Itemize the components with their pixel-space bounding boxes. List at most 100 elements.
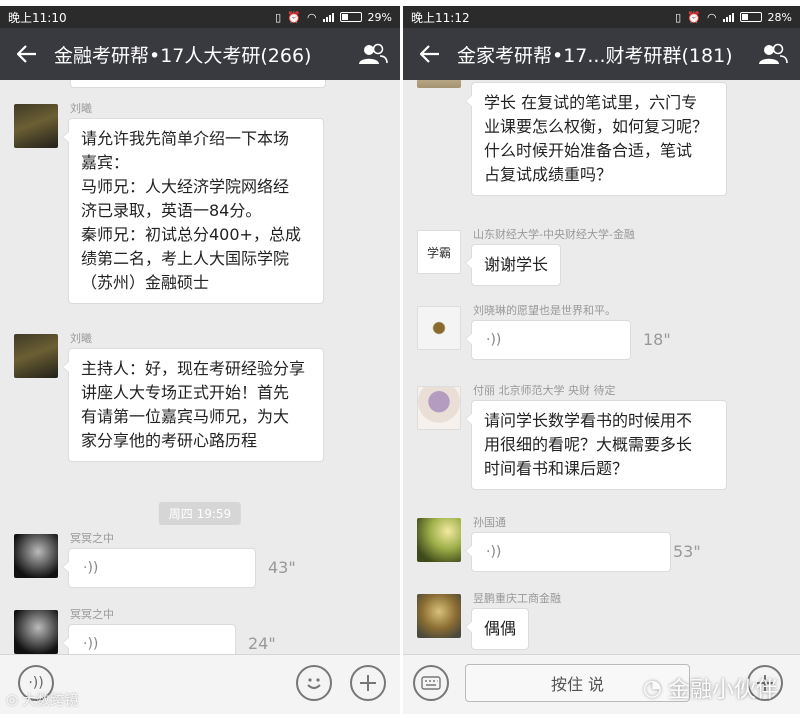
chat-title-bar: 金家考研帮•17...财考研群(181)	[403, 28, 800, 80]
sender-name: 刘曦	[70, 102, 92, 115]
avatar[interactable]	[14, 610, 58, 654]
avatar[interactable]	[14, 334, 58, 378]
message-line: 请问学长数学看书的时候用不	[484, 411, 693, 430]
keyboard-button[interactable]	[413, 665, 449, 701]
voice-message-bubble[interactable]: ·))	[465, 532, 671, 572]
voice-message-bubble[interactable]: ·))	[62, 548, 256, 588]
message-line: 嘉宾：	[81, 153, 130, 172]
voice-message-bubble[interactable]: ·))	[465, 320, 631, 360]
voice-duration: 24"	[248, 634, 276, 653]
status-time: 晚上11:12	[411, 10, 470, 25]
group-chat-title: 金家考研帮•17...财考研群(181)	[457, 44, 733, 67]
wechat-logo-icon: ◔	[642, 675, 662, 701]
group-members-icon[interactable]	[346, 28, 400, 80]
message-list[interactable]: 学长 在复试的笔试里，六门专 业课要怎么权衡，如何复习呢？ 什么时候开始准备合适…	[403, 80, 800, 654]
back-arrow-icon[interactable]	[0, 28, 54, 80]
voice-icon: ·))	[28, 675, 44, 691]
avatar[interactable]	[417, 386, 461, 430]
alarm-icon: ⏰	[287, 10, 301, 24]
sender-name: 孙国通	[473, 516, 506, 529]
avatar[interactable]	[417, 594, 461, 638]
message-bubble[interactable]: 谢谢学长	[464, 244, 562, 286]
sender-name: 刘曦	[70, 332, 92, 345]
message-line: 用很细的看呢？大概需要多长	[484, 435, 693, 454]
group-members-icon[interactable]	[746, 28, 800, 80]
avatar-text: 学霸	[426, 245, 451, 260]
avatar[interactable]	[417, 80, 461, 88]
voice-wave-icon: ·))	[486, 332, 502, 348]
message-line: 有请第一位嘉宾马师兄，为大	[81, 407, 290, 426]
status-bar: 晚上11:12 ▯ ⏰ ◠ 28%	[403, 6, 800, 28]
status-time: 晚上11:10	[8, 10, 67, 25]
message-item: 学霸 山东财经大学-中央财经大学-金融 谢谢学长	[417, 228, 790, 296]
message-line: 学长 在复试的笔试里，六门专	[484, 93, 698, 112]
message-list[interactable]: 刘曦 请允许我先简单介绍一下本场 嘉宾： 马师兄：人大经济学院网络经 济已录取，…	[0, 80, 400, 654]
sender-name: 昱鹏重庆工商金融	[473, 592, 561, 605]
time-divider: 周四 19:59	[158, 502, 242, 525]
signal-icon	[322, 12, 334, 22]
message-line: 秦师兄：初试总分400+，总成	[81, 225, 301, 244]
message-line: 什么时候开始准备合适，笔试	[484, 141, 693, 160]
sender-name: 冥冥之中	[70, 532, 114, 545]
left-phone-screen: 晚上11:10 ▯ ⏰ ◠ 29% 金融考研帮•17人大考研(266) 刘曦 请…	[0, 6, 400, 714]
voice-duration: 53"	[673, 542, 701, 561]
message-item: 刘曦 请允许我先简单介绍一下本场 嘉宾： 马师兄：人大经济学院网络经 济已录取，…	[14, 102, 390, 324]
message-line: 请允许我先简单介绍一下本场	[81, 129, 290, 148]
emoji-icon	[307, 678, 321, 689]
avatar[interactable]: 学霸	[417, 230, 461, 274]
avatar[interactable]	[14, 534, 58, 578]
emoji-button[interactable]	[296, 665, 332, 701]
message-bubble[interactable]: 请问学长数学看书的时候用不 用很细的看呢？大概需要多长 时间看书和课后题？	[465, 400, 727, 490]
voice-message-item: 冥冥之中 ·)) 43"	[14, 532, 390, 596]
voice-message-item: 刘晓琳的愿望也是世界和平。 ·)) 18"	[417, 304, 790, 368]
battery-icon	[739, 12, 762, 22]
sender-name: 山东财经大学-中央财经大学-金融	[473, 228, 635, 241]
vibrate-icon: ▯	[675, 10, 682, 24]
voice-wave-icon: ·))	[486, 544, 502, 560]
voice-duration: 18"	[643, 330, 671, 349]
voice-message-bubble[interactable]: ·))	[62, 624, 236, 654]
message-line: 谢谢学长	[484, 255, 549, 274]
message-bubble[interactable]: 主持人：好，现在考研经验分享 讲座人大专场正式开始！首先 有请第一位嘉宾马师兄，…	[62, 348, 324, 462]
message-line: 家分享他的考研心路历程	[81, 431, 258, 450]
status-bar: 晚上11:10 ▯ ⏰ ◠ 29%	[0, 6, 400, 28]
voice-duration: 43"	[268, 558, 296, 577]
message-line: 时间看书和课后题？	[484, 459, 629, 478]
keyboard-icon	[421, 676, 441, 690]
back-arrow-icon[interactable]	[403, 28, 457, 80]
voice-wave-icon: ·))	[83, 560, 99, 576]
message-line: （苏州）金融硕士	[81, 273, 210, 292]
watermark: ◔ 金融小伙伴	[642, 675, 778, 704]
group-chat-title: 金融考研帮•17人大考研(266)	[54, 44, 312, 67]
avatar[interactable]	[14, 104, 58, 148]
avatar[interactable]	[417, 306, 461, 350]
message-line: 讲座人大专场正式开始！首先	[81, 383, 290, 402]
sender-name: 刘晓琳的愿望也是世界和平。	[473, 304, 616, 317]
message-item: 学长 在复试的笔试里，六门专 业课要怎么权衡，如何复习呢？ 什么时候开始准备合适…	[417, 80, 790, 206]
watermark-logo-icon: ◎	[6, 692, 19, 708]
alarm-icon: ⏰	[687, 10, 701, 24]
message-bubble[interactable]: 偶偶	[464, 608, 530, 650]
battery-icon	[339, 12, 362, 22]
message-line: 占复试成绩重吗？	[484, 165, 613, 184]
message-bubble[interactable]: 学长 在复试的笔试里，六门专 业课要怎么权衡，如何复习呢？ 什么时候开始准备合适…	[465, 82, 727, 196]
message-bubble-partial	[70, 80, 326, 88]
plus-icon	[360, 675, 376, 691]
message-line: 偶偶	[484, 619, 517, 638]
message-line: 济已录取，英语一84分。	[81, 201, 262, 220]
right-phone-screen: 晚上11:12 ▯ ⏰ ◠ 28% 金家考研帮•17...财考研群(181) 学…	[403, 6, 800, 714]
watermark: ◎ 大数跨镜	[6, 692, 79, 709]
sender-name: 冥冥之中	[70, 608, 114, 621]
more-button[interactable]	[350, 665, 386, 701]
voice-wave-icon: ·))	[83, 636, 99, 652]
message-item: 刘曦 主持人：好，现在考研经验分享 讲座人大专场正式开始！首先 有请第一位嘉宾马…	[14, 332, 390, 474]
wifi-icon: ◠	[306, 10, 317, 24]
voice-message-item: 冥冥之中 ·)) 24"	[14, 608, 390, 654]
sender-name: 付丽 北京师范大学 央财 待定	[473, 384, 616, 397]
message-bubble[interactable]: 请允许我先简单介绍一下本场 嘉宾： 马师兄：人大经济学院网络经 济已录取，英语一…	[62, 118, 324, 304]
message-line: 主持人：好，现在考研经验分享	[81, 359, 306, 378]
input-bar: ·)) ◎ 大数跨镜	[0, 654, 400, 714]
input-bar: 按住 说 ◔ 金融小伙伴	[403, 654, 800, 714]
wifi-icon: ◠	[706, 10, 717, 24]
avatar[interactable]	[417, 518, 461, 562]
